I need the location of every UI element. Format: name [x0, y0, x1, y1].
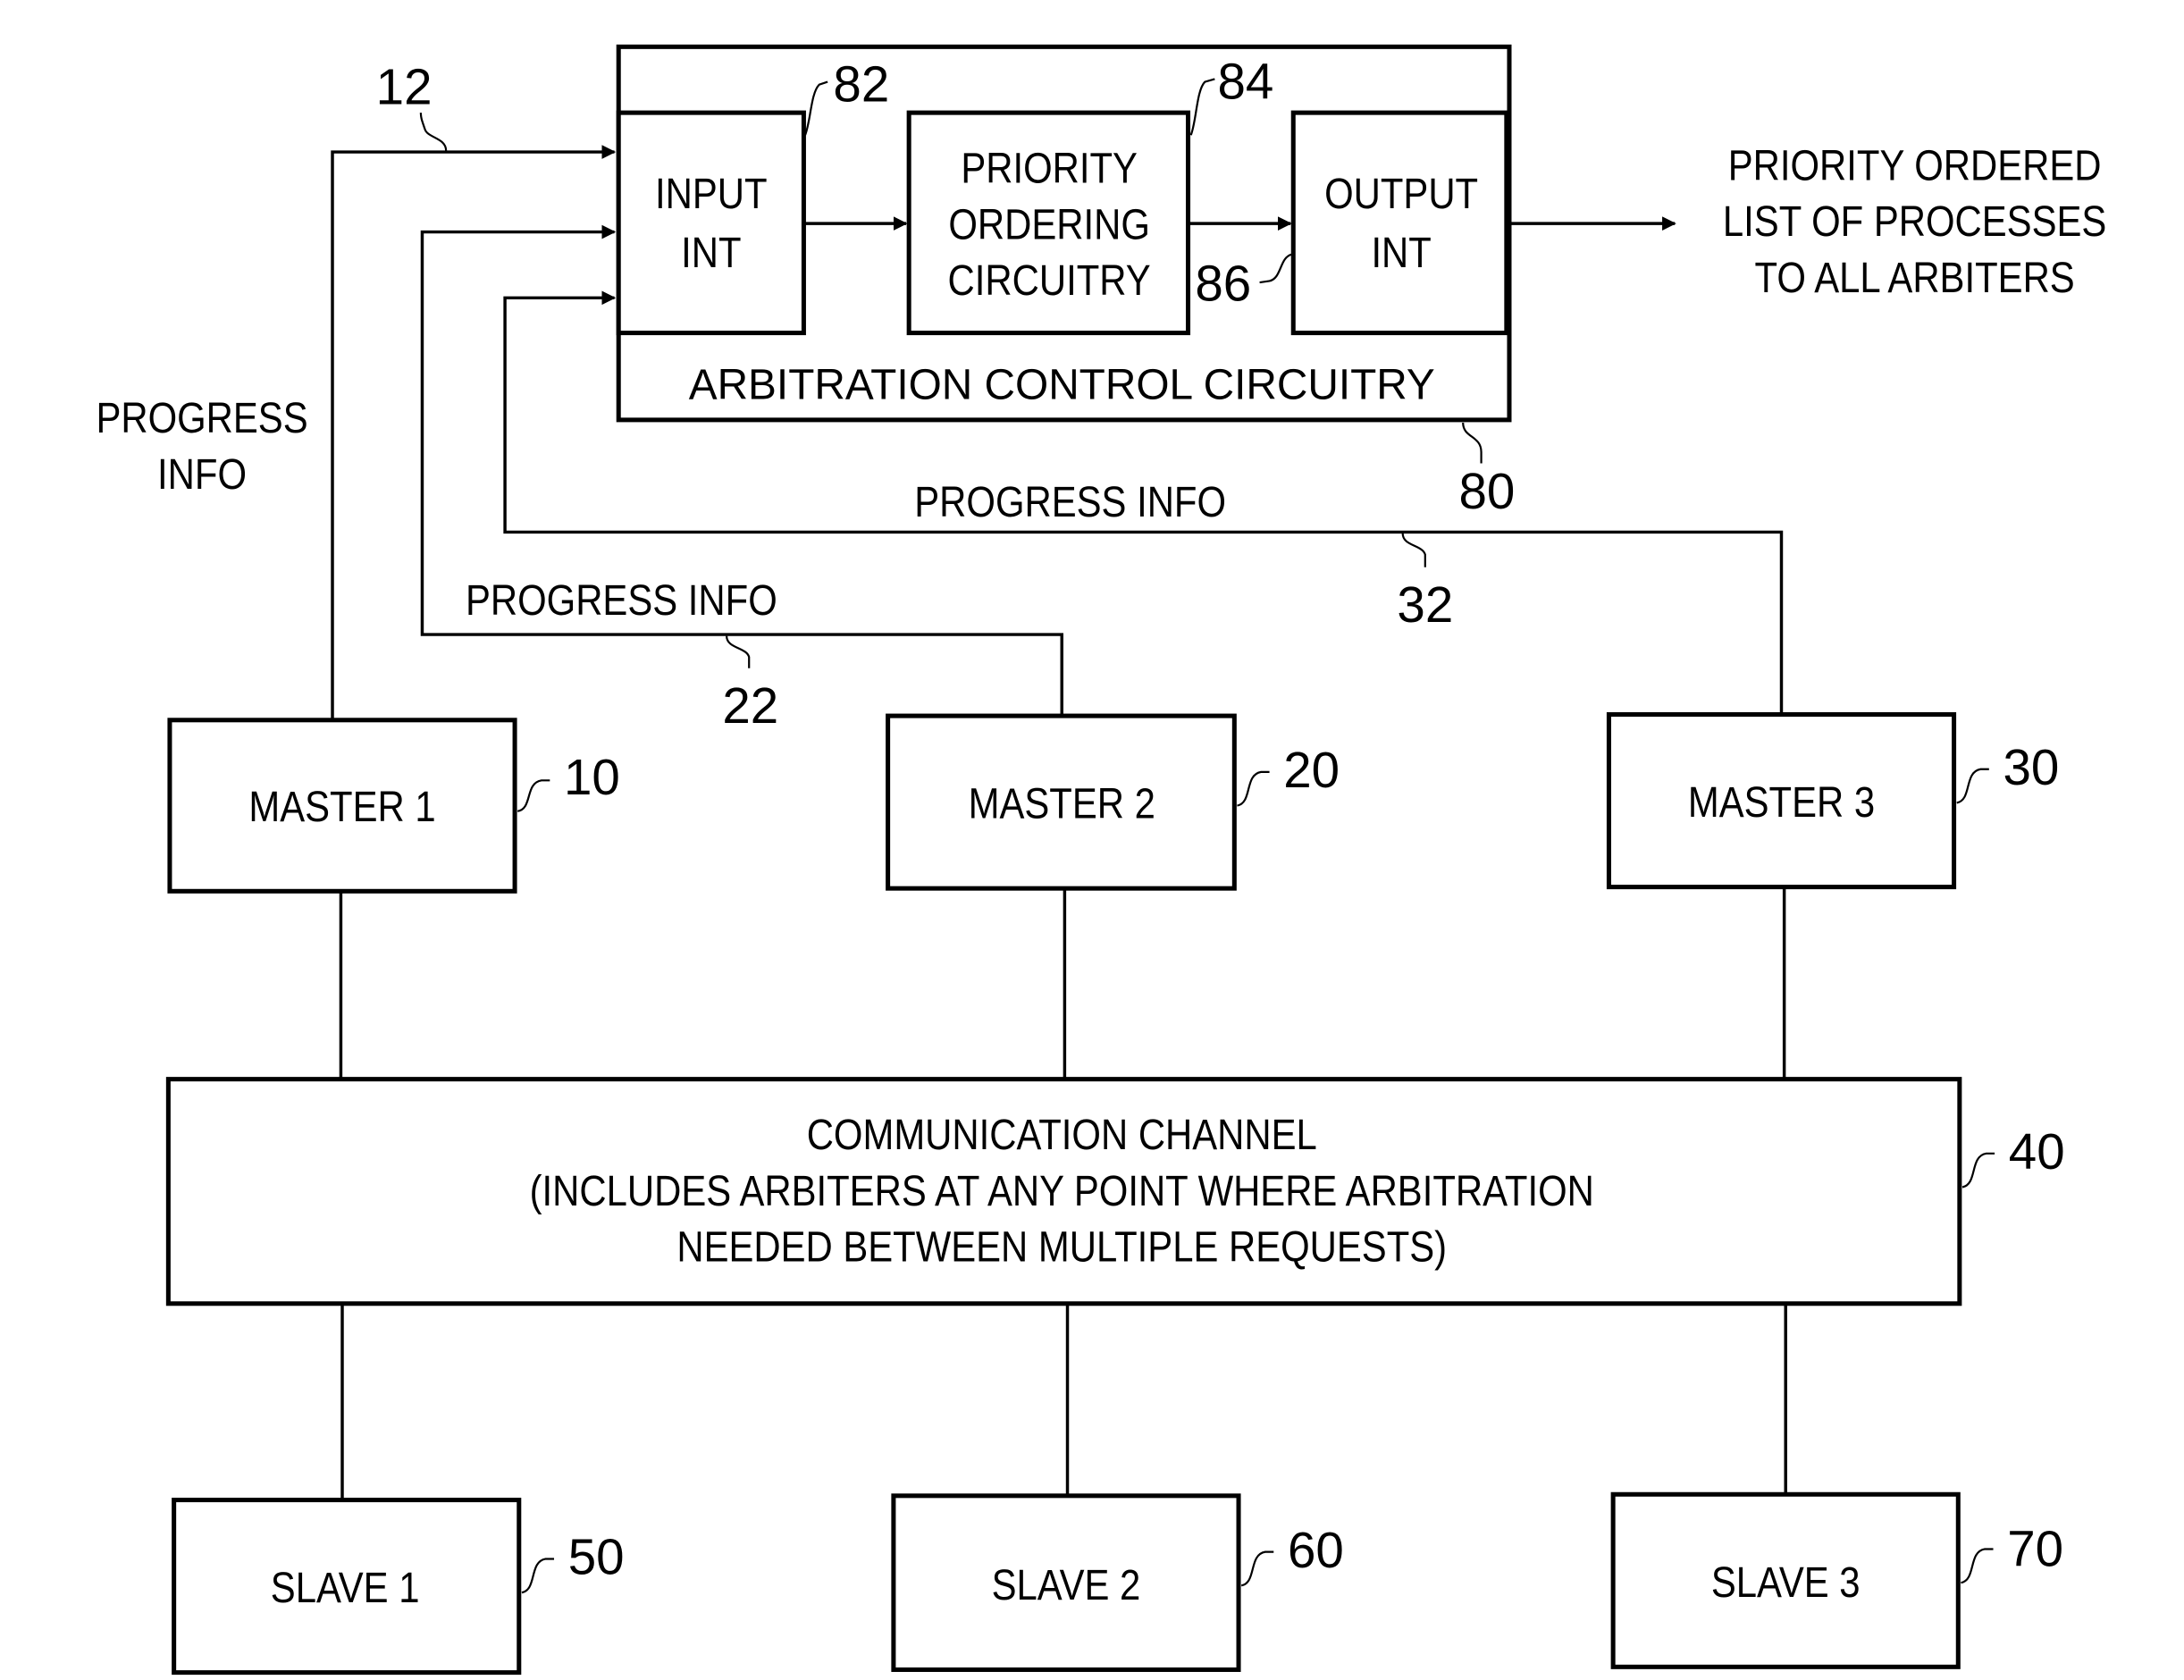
- ref-20: 20: [1283, 742, 1340, 798]
- output-int-label-line1: OUTPUT: [1324, 170, 1478, 218]
- ref-leader-20: [1237, 770, 1270, 807]
- arbitration-control-circuitry: ARBITRATION CONTROL CIRCUITRY 80 INPUT I…: [616, 44, 2106, 519]
- ref-leader-70: [1961, 1548, 1994, 1584]
- progress-label-22: PROGRESS INFO: [466, 576, 777, 625]
- priority-ordering-line3: CIRCUITRY: [948, 256, 1151, 305]
- ref-30: 30: [2003, 739, 2060, 795]
- ref-12: 12: [376, 59, 433, 115]
- progress-label-12-line1: PROGRESS: [96, 394, 307, 442]
- master-2-label: MASTER 2: [969, 780, 1155, 828]
- ref-leader-32: [1401, 533, 1426, 567]
- slave-2-label: SLAVE 2: [992, 1561, 1141, 1609]
- output-description-line1: PRIORITY ORDERED: [1728, 141, 2102, 189]
- ref-leader-60: [1240, 1550, 1274, 1587]
- ref-leader-10: [517, 779, 550, 812]
- progress-label-32: PROGRESS INFO: [914, 478, 1226, 526]
- ref-leader-50: [521, 1558, 555, 1594]
- channel-label-line3: NEEDED BETWEEN MULTIPLE REQUESTS): [676, 1223, 1447, 1272]
- channel-label-line1: COMMUNICATION CHANNEL: [807, 1111, 1317, 1159]
- master-3-label: MASTER 3: [1688, 778, 1875, 827]
- input-int-box: [616, 110, 806, 336]
- ref-leader-22: [725, 635, 751, 668]
- ref-22: 22: [722, 677, 778, 734]
- arbitration-label: ARBITRATION CONTROL CIRCUITRY: [689, 360, 1435, 408]
- ref-32: 32: [1397, 576, 1453, 633]
- ref-80: 80: [1458, 463, 1515, 519]
- ref-leader-40: [1961, 1152, 1995, 1189]
- ref-70: 70: [2007, 1520, 2063, 1576]
- slave-3: SLAVE 3 70: [1610, 1491, 2063, 1669]
- output-description-line3: TO ALL ARBITERS: [1755, 254, 2075, 302]
- slave-3-label: SLAVE 3: [1711, 1558, 1861, 1607]
- priority-ordering-line2: ORDERING: [948, 200, 1150, 248]
- slave-2: SLAVE 2 60: [891, 1493, 1344, 1672]
- slave-1: SLAVE 1 50: [172, 1498, 625, 1676]
- master-1: MASTER 1 10: [167, 718, 620, 894]
- priority-ordering-line1: PRIORITY: [961, 145, 1138, 193]
- ref-10: 10: [564, 749, 620, 805]
- arbitration-diagram: ARBITRATION CONTROL CIRCUITRY 80 INPUT I…: [96, 44, 2106, 1676]
- progress-label-12-line2: INFO: [157, 450, 247, 499]
- ref-40: 40: [2009, 1123, 2065, 1180]
- channel-label-line2: (INCLUDES ARBITERS AT ANY POINT WHERE AR…: [530, 1167, 1594, 1215]
- ref-84: 84: [1217, 53, 1273, 109]
- ref-leader-12: [419, 113, 448, 151]
- master-1-label: MASTER 1: [248, 783, 435, 831]
- slave-1-label: SLAVE 1: [271, 1564, 420, 1612]
- ref-50: 50: [568, 1529, 625, 1585]
- ref-82: 82: [833, 56, 889, 113]
- ref-leader-30: [1956, 768, 1989, 804]
- master-2: MASTER 2 20: [886, 713, 1340, 891]
- master-3: MASTER 3 30: [1606, 712, 2060, 890]
- output-int-box: [1290, 110, 1509, 336]
- communication-channel: COMMUNICATION CHANNEL (INCLUDES ARBITERS…: [165, 1077, 2065, 1306]
- input-int-label-line1: INPUT: [655, 170, 768, 218]
- ref-60: 60: [1288, 1522, 1344, 1578]
- ref-86: 86: [1195, 255, 1251, 311]
- output-int-label-line2: INT: [1371, 229, 1431, 277]
- ref-leader-80: [1462, 422, 1483, 464]
- output-description-line2: LIST OF PROCESSES: [1723, 197, 2106, 246]
- input-int-label-line2: INT: [681, 229, 741, 277]
